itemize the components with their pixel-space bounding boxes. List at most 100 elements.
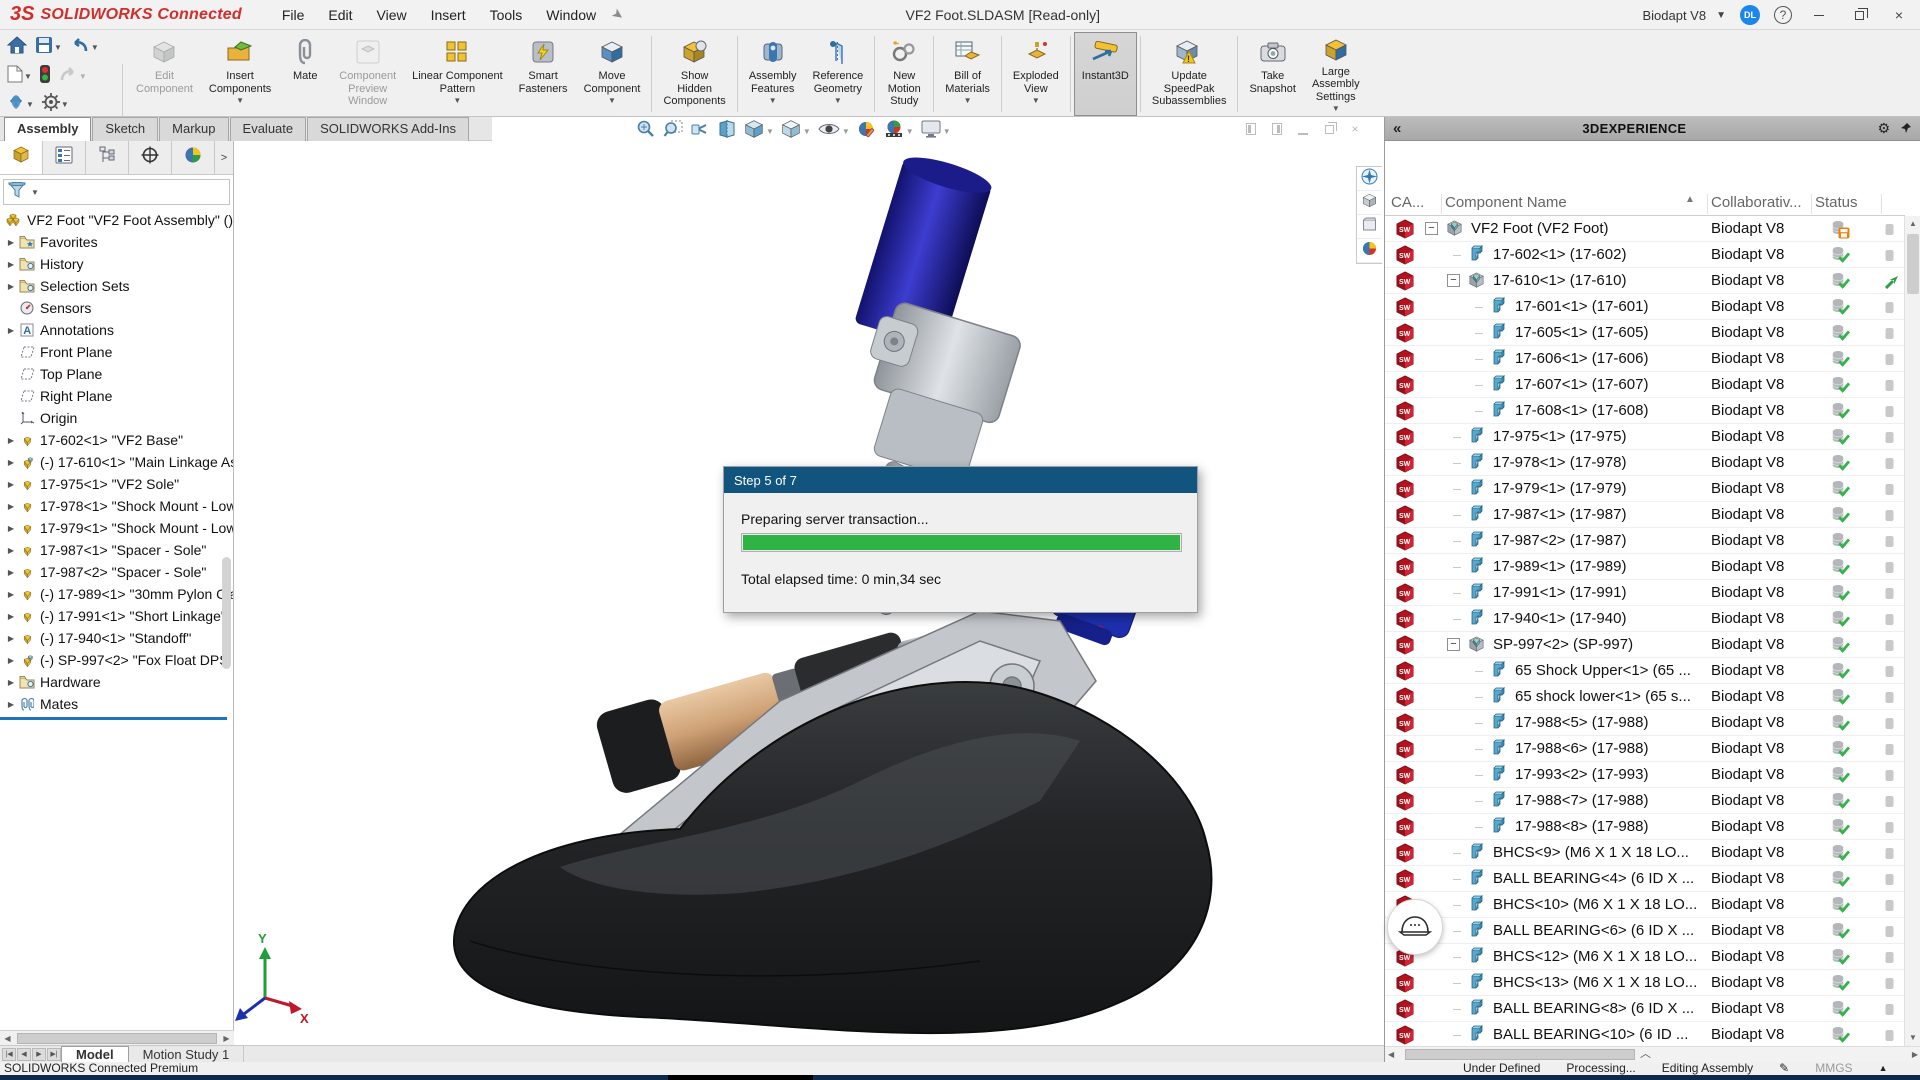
scroll-up-icon[interactable]: ▲ <box>1905 216 1920 232</box>
component-row[interactable]: SW17-975<1> (17-975)Biodapt V8 <box>1385 424 1905 450</box>
component-row[interactable]: SWBALL BEARING<6> (6 ID X ...Biodapt V8 <box>1385 918 1905 944</box>
tree-item[interactable]: VF2 Foot "VF2 Foot Assembly" () <box>0 209 233 231</box>
dropdown-caret-icon[interactable]: ▼ <box>803 127 811 136</box>
tree-item[interactable]: ▶(-) 17-991<1> "Short Linkage" <box>0 605 233 627</box>
menu-window[interactable]: Window <box>534 2 608 28</box>
doc-minimize-icon[interactable] <box>1295 121 1311 137</box>
dropdown-caret-icon[interactable]: ▼ <box>964 96 972 105</box>
component-row[interactable]: SWBALL BEARING<4> (6 ID X ...Biodapt V8 <box>1385 866 1905 892</box>
rebuild-button[interactable] <box>39 64 51 89</box>
component-row[interactable]: SW17-991<1> (17-991)Biodapt V8 <box>1385 580 1905 606</box>
tree-filter[interactable]: ▼ <box>3 179 230 205</box>
units-label[interactable]: MMGS <box>1815 1061 1852 1075</box>
panel-gear-icon[interactable]: ⚙ <box>1877 120 1890 137</box>
instant3d-button[interactable]: Instant3D <box>1074 32 1137 116</box>
dropdown-caret-icon[interactable]: ▼ <box>906 127 914 136</box>
collapse-expander[interactable]: − <box>1447 274 1460 287</box>
tab-markup[interactable]: Markup <box>159 117 228 141</box>
exploded-view-button[interactable]: ExplodedView▼ <box>1005 32 1067 116</box>
save-button[interactable]: ▼ <box>34 35 63 60</box>
component-row[interactable]: SWBALL BEARING<8> (6 ID X ...Biodapt V8 <box>1385 996 1905 1022</box>
expand-arrow-icon[interactable]: ▶ <box>4 458 18 467</box>
tree-item[interactable]: ▶AAnnotations <box>0 319 233 341</box>
hide-show-items-button[interactable]: ▼ <box>818 120 850 143</box>
column-header-0[interactable]: CA... <box>1391 194 1424 211</box>
tree-tab-displaymanager[interactable] <box>172 141 215 174</box>
menu-edit[interactable]: Edit <box>316 2 364 28</box>
column-header-3[interactable]: Status <box>1815 194 1858 211</box>
expand-arrow-icon[interactable]: ▶ <box>4 700 18 709</box>
scroll-left-icon[interactable]: ◀ <box>0 1034 15 1043</box>
edit-appearance-button[interactable] <box>857 119 877 144</box>
tab-motion-study-1[interactable]: Motion Study 1 <box>129 1046 245 1062</box>
tab-model[interactable]: Model <box>61 1046 129 1062</box>
expand-arrow-icon[interactable]: ▶ <box>4 678 18 687</box>
display-style-button[interactable]: ▼ <box>781 119 811 144</box>
tree-scrollbar-thumb[interactable] <box>222 557 231 669</box>
large-assembly-settings-button[interactable]: LargeAssemblySettings▼ <box>1304 32 1368 116</box>
prev-tab-icon[interactable]: ◀ <box>17 1048 31 1061</box>
component-row[interactable]: SW−VF2 Foot (VF2 Foot)Biodapt V8 <box>1385 216 1905 242</box>
expand-arrow-icon[interactable]: ▶ <box>4 590 18 599</box>
dropdown-caret-icon[interactable]: ▼ <box>79 72 87 81</box>
menu-tools[interactable]: Tools <box>478 2 535 28</box>
close-button[interactable]: × <box>1886 6 1912 24</box>
tree-item[interactable]: ▶Hardware <box>0 671 233 693</box>
dropdown-caret-icon[interactable]: ▼ <box>766 127 774 136</box>
smart-fasteners-button[interactable]: SmartFasteners <box>511 32 576 116</box>
sort-ascending-icon[interactable]: ▲ <box>1685 194 1695 205</box>
previous-view-button[interactable] <box>690 119 710 144</box>
dropdown-caret-icon[interactable]: ▼ <box>1332 104 1340 113</box>
options-gear-button[interactable]: ▼ <box>41 92 70 117</box>
compass-tab[interactable] <box>1357 167 1382 191</box>
expand-arrow-icon[interactable]: ▶ <box>4 436 18 445</box>
expand-arrow-icon[interactable]: ▶ <box>4 238 18 247</box>
tab-solidworks-add-ins[interactable]: SOLIDWORKS Add-Ins <box>307 117 469 141</box>
tree-item[interactable]: ▶17-987<2> "Spacer - Sole" <box>0 561 233 583</box>
expand-arrow-icon[interactable]: ▶ <box>4 260 18 269</box>
tree-item[interactable]: ▶History <box>0 253 233 275</box>
component-row[interactable]: SW−SP-997<2> (SP-997)Biodapt V8 <box>1385 632 1905 658</box>
dropdown-caret-icon[interactable]: ▼ <box>834 96 842 105</box>
tree-item[interactable]: ▶17-975<1> "VF2 Sole" <box>0 473 233 495</box>
zoom-area-button[interactable] <box>663 119 683 144</box>
tree-item[interactable]: ▶17-602<1> "VF2 Base" <box>0 429 233 451</box>
dropdown-caret-icon[interactable]: ▼ <box>26 100 34 109</box>
filter-caret-icon[interactable]: ▼ <box>31 188 39 197</box>
dock-right-icon[interactable] <box>1269 121 1285 137</box>
component-row[interactable]: SW65 Shock Upper<1> (65 ...Biodapt V8 <box>1385 658 1905 684</box>
move-component-button[interactable]: MoveComponent▼ <box>576 32 649 116</box>
tree-item[interactable]: ▶(-) SP-997<2> "Fox Float DPS Sho <box>0 649 233 671</box>
scroll-left-icon[interactable]: ◀ <box>1388 1050 1394 1059</box>
assembly-features-button[interactable]: AssemblyFeatures▼ <box>741 32 805 116</box>
collapse-expander[interactable]: − <box>1425 222 1438 235</box>
expand-arrow-icon[interactable]: ▶ <box>4 612 18 621</box>
rollback-bar[interactable] <box>0 717 227 720</box>
view-orientation-button[interactable]: ▼ <box>744 119 774 144</box>
expand-arrow-icon[interactable]: ▶ <box>4 656 18 665</box>
component-row[interactable]: SW17-607<1> (17-607)Biodapt V8 <box>1385 372 1905 398</box>
avatar[interactable]: DL <box>1740 5 1760 25</box>
panel-horizontal-scrollbar[interactable]: ◀ ︿ ▶ <box>1385 1046 1920 1062</box>
section-view-button[interactable] <box>717 119 737 144</box>
menu-view[interactable]: View <box>365 2 419 28</box>
tree-tab-propertymanager[interactable] <box>43 141 86 174</box>
tree-item[interactable]: Front Plane <box>0 341 233 363</box>
workspace-selector[interactable]: Biodapt V8 ▼ <box>1642 8 1726 23</box>
tree-tab-dimxpertmanager[interactable] <box>129 141 172 174</box>
component-row[interactable]: SW65 shock lower<1> (65 s...Biodapt V8 <box>1385 684 1905 710</box>
tree-item[interactable]: ▶(-) 17-989<1> "30mm Pylon Clam <box>0 583 233 605</box>
menu-pin-icon[interactable]: ➤ <box>608 4 627 25</box>
dropdown-caret-icon[interactable]: ▼ <box>1032 96 1040 105</box>
expand-arrow-icon[interactable]: ▶ <box>4 634 18 643</box>
scroll-right-icon[interactable]: ▶ <box>1912 1050 1918 1059</box>
tree-item[interactable]: ▶(-) 17-940<1> "Standoff" <box>0 627 233 649</box>
expand-arrow-icon[interactable]: ▶ <box>4 568 18 577</box>
component-row[interactable]: SW17-988<7> (17-988)Biodapt V8 <box>1385 788 1905 814</box>
component-row[interactable]: SWBALL BEARING<10> (6 ID ...Biodapt V8 <box>1385 1022 1905 1046</box>
dropdown-caret-icon[interactable]: ▼ <box>24 72 32 81</box>
component-row[interactable]: SW17-605<1> (17-605)Biodapt V8 <box>1385 320 1905 346</box>
dropdown-caret-icon[interactable]: ▼ <box>943 127 951 136</box>
component-row[interactable]: SW−17-610<1> (17-610)Biodapt V8 <box>1385 268 1905 294</box>
apply-arrow-button[interactable]: ▼ <box>6 92 35 117</box>
